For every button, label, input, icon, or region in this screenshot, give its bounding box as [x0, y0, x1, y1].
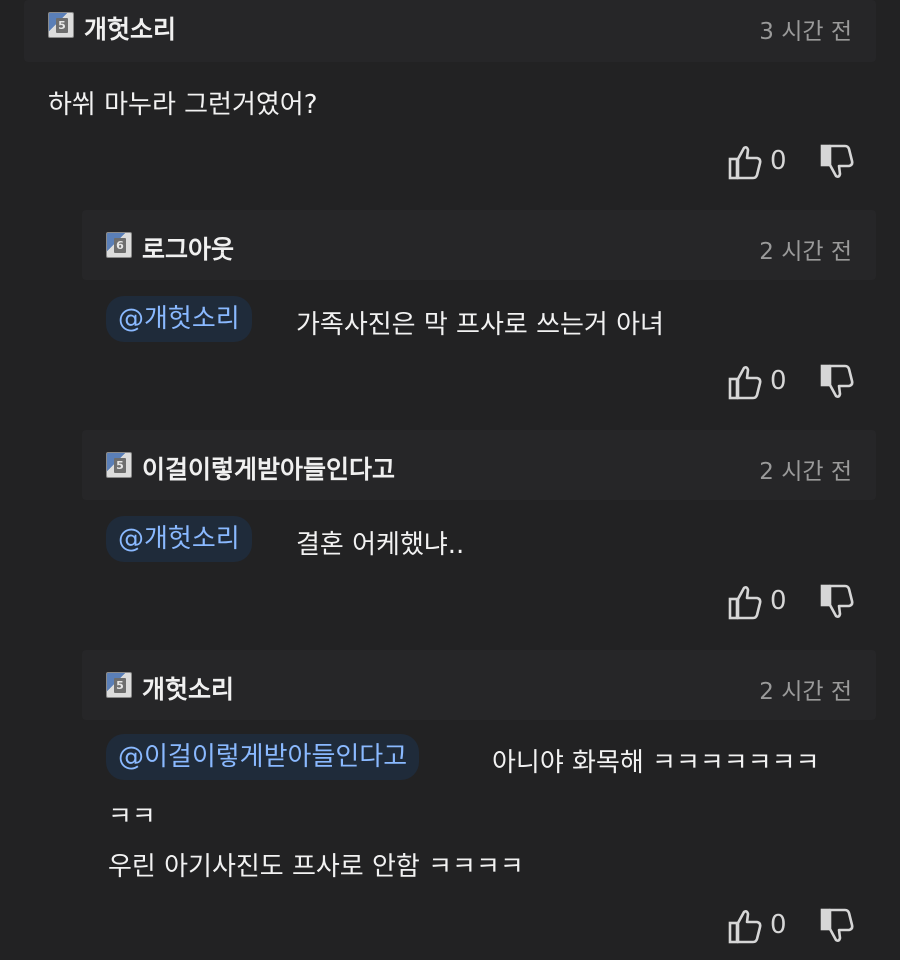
- like-count: 0: [770, 910, 787, 940]
- level-badge-icon: 5: [48, 12, 74, 38]
- comment-thread: 5 개헛소리 3 시간 전 하쒸 마누라 그런거였어? 0 6 로그아웃 2 시…: [0, 0, 900, 960]
- vote-bar: 0: [728, 144, 858, 184]
- thumbs-down-icon[interactable]: [820, 908, 854, 944]
- comment-text-line-1: 아니야 화목해 ㅋㅋㅋㅋㅋㅋㅋ: [492, 748, 820, 778]
- level-badge-icon: 5: [106, 452, 132, 478]
- comment-text: 가족사진은 막 프사로 쓰는거 아녀: [296, 310, 664, 340]
- author-name[interactable]: 개헛소리: [142, 670, 234, 706]
- thumbs-up-icon[interactable]: [728, 908, 762, 944]
- comment-text: 결혼 어케했냐..: [296, 530, 465, 560]
- like-count: 0: [770, 586, 787, 616]
- thumbs-down-icon[interactable]: [820, 364, 854, 400]
- comment-header: 5 이걸이렇게받아들인다고 2 시간 전: [82, 430, 876, 500]
- comment-time: 2 시간 전: [759, 459, 852, 485]
- thumbs-up-icon[interactable]: [728, 364, 762, 400]
- comment-text-line-3: 우린 아기사진도 프사로 안함 ㅋㅋㅋㅋ: [108, 852, 524, 882]
- thumbs-up-icon[interactable]: [728, 144, 762, 180]
- vote-bar: 0: [728, 584, 858, 624]
- mention-tag[interactable]: @개헛소리: [106, 516, 252, 562]
- author-name[interactable]: 로그아웃: [142, 230, 234, 266]
- mention-tag[interactable]: @개헛소리: [106, 296, 252, 342]
- like-count: 0: [770, 146, 787, 176]
- comment-time: 2 시간 전: [759, 679, 852, 705]
- author-name[interactable]: 이걸이렇게받아들인다고: [142, 450, 395, 486]
- comment-text: 하쒸 마누라 그런거였어?: [48, 90, 318, 120]
- vote-bar: 0: [728, 908, 858, 948]
- level-badge-icon: 6: [106, 232, 132, 258]
- comment-text-line-2: ㅋㅋ: [108, 802, 156, 832]
- mention-tag[interactable]: @이걸이렇게받아들인다고: [106, 734, 420, 780]
- thumbs-down-icon[interactable]: [820, 144, 854, 180]
- thumbs-down-icon[interactable]: [820, 584, 854, 620]
- comment-header: 6 로그아웃 2 시간 전: [82, 210, 876, 280]
- comment-time: 2 시간 전: [759, 239, 852, 265]
- like-count: 0: [770, 366, 787, 396]
- author-name[interactable]: 개헛소리: [84, 10, 176, 46]
- vote-bar: 0: [728, 364, 858, 404]
- comment-header: 5 개헛소리 2 시간 전: [82, 650, 876, 720]
- thumbs-up-icon[interactable]: [728, 584, 762, 620]
- level-badge-icon: 5: [106, 672, 132, 698]
- comment-time: 3 시간 전: [759, 19, 852, 45]
- comment-header: 5 개헛소리 3 시간 전: [24, 0, 876, 62]
